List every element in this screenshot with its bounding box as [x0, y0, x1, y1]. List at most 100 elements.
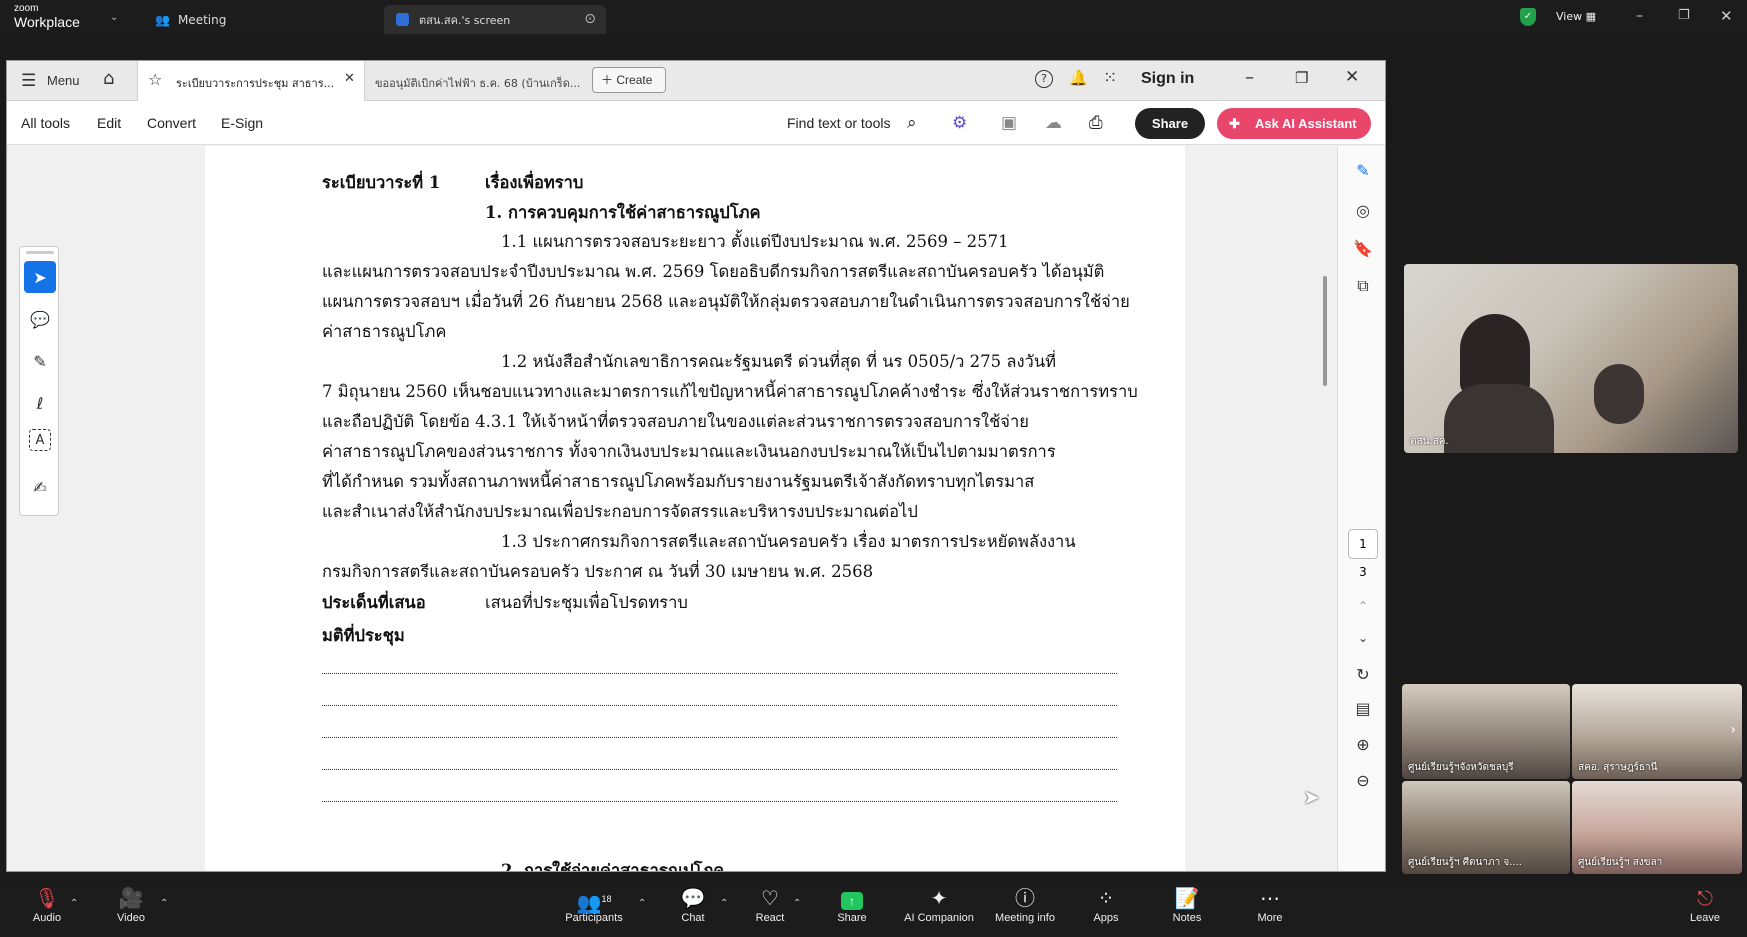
drag-handle[interactable]: [26, 251, 54, 254]
video-camera-icon: 🎥: [118, 888, 144, 910]
select-cursor-icon[interactable]: ➤: [24, 261, 56, 293]
more-button[interactable]: ⋯ More: [1230, 882, 1310, 937]
mouse-cursor-icon: ➤: [1303, 785, 1320, 809]
participant-video-tile[interactable]: สคอ. สุราษฎร์ธานี ›: [1572, 684, 1742, 779]
text-box-icon[interactable]: A: [29, 429, 51, 451]
menu-label[interactable]: Menu: [47, 73, 80, 88]
video-button[interactable]: 🎥 Video: [91, 882, 171, 937]
audio-button[interactable]: 🎙 Audio: [7, 882, 87, 937]
edit-button[interactable]: Edit: [97, 101, 121, 145]
find-tools-label[interactable]: Find text or tools: [787, 101, 891, 145]
sign-icon[interactable]: ✍: [24, 471, 56, 503]
video-label: ตสน.สค.: [1410, 436, 1449, 447]
ai-chat-icon[interactable]: ✎: [1349, 156, 1377, 184]
restore-icon[interactable]: ❐: [1295, 69, 1308, 87]
bookmarks-icon[interactable]: 🔖: [1349, 234, 1377, 262]
sign-in-link[interactable]: Sign in: [1141, 70, 1194, 88]
acrobat-tab-bar: ☰ Menu ⌂ ☆ ระเบียบวาระการประชุม สาธาร...…: [7, 61, 1385, 101]
view-button[interactable]: View ▦: [1556, 10, 1596, 23]
create-button[interactable]: ＋ Create: [592, 67, 666, 93]
document-tab-active[interactable]: ☆ ระเบียบวาระการประชุม สาธาร... ✕: [137, 61, 365, 101]
chevron-down-icon[interactable]: ⌄: [110, 12, 118, 23]
section-title: 1. การควบคุมการใช้ค่าสาธารณูปโภค: [485, 203, 761, 222]
participant-video-tile[interactable]: ศูนย์เรียนรู้ฯจังหวัดชลบุรี: [1402, 684, 1570, 779]
chevron-up-icon[interactable]: ⌃: [1349, 592, 1377, 620]
share-button[interactable]: Share: [1135, 108, 1205, 139]
screen-share-tab[interactable]: ตสน.สค.'s screen ⊙: [384, 5, 606, 34]
security-shield-icon[interactable]: ✓: [1520, 8, 1536, 26]
menu-icon[interactable]: ☰: [21, 71, 36, 91]
chevron-down-icon[interactable]: ⌄: [1349, 624, 1377, 652]
print-icon[interactable]: ⎙: [1089, 101, 1103, 145]
all-tools-button[interactable]: All tools: [21, 101, 70, 145]
meeting-controls-bar: 🎙 Audio ⌃ 🎥 Video ⌃ 👥18 Participants ⌃ 💬 Cha…: [0, 882, 1747, 937]
chat-button[interactable]: 💬 Chat: [653, 882, 733, 937]
react-button[interactable]: ♡ React: [730, 882, 810, 937]
tab1-label: ระเบียบวาระการประชุม สาธาร...: [176, 77, 335, 90]
dotted-line: [322, 705, 1117, 706]
copy-pages-icon[interactable]: ⧉: [1349, 272, 1377, 300]
body-line: และถือปฏิบัติ โดยข้อ 4.3.1 ให้เจ้าหน้าที…: [322, 412, 1029, 431]
meeting-info-button[interactable]: ⓘ Meeting info: [985, 882, 1065, 937]
fit-page-icon[interactable]: ▤: [1349, 694, 1377, 722]
chevron-up-icon[interactable]: ⌃: [793, 898, 801, 909]
participants-button[interactable]: 👥18 Participants: [553, 882, 635, 937]
chevron-up-icon[interactable]: ⌃: [160, 898, 168, 909]
apps-button[interactable]: ⁘ Apps: [1066, 882, 1146, 937]
more-dots-icon: ⋯: [1260, 888, 1280, 910]
ai-tools-icon[interactable]: ⚙: [952, 101, 967, 145]
zoom-logo-bottom: Workplace: [14, 14, 80, 30]
rotate-icon[interactable]: ↻: [1349, 660, 1377, 688]
next-section-title: 2. การใช้จ่ายค่าสาธารณูปโภค: [501, 861, 725, 872]
highlight-pen-icon[interactable]: ✎: [24, 345, 56, 377]
convert-button[interactable]: Convert: [147, 101, 196, 145]
sparkle-icon: ✦: [930, 888, 948, 910]
leave-button[interactable]: ⎋ Leave: [1665, 882, 1745, 937]
close-tab-icon[interactable]: ✕: [344, 71, 355, 86]
page-number-input[interactable]: 1: [1348, 529, 1378, 559]
notes-icon: 📝: [1174, 888, 1200, 910]
home-icon[interactable]: ⌂: [103, 68, 114, 89]
dotted-line: [322, 673, 1117, 674]
save-icon[interactable]: ▣: [1001, 101, 1017, 145]
document-tab-2[interactable]: ขออนุมัติเบิกค่าไฟฟ้า ธ.ค. 68 (บ้านเกร็ด…: [375, 74, 580, 92]
ask-ai-assistant-button[interactable]: ✚ Ask AI Assistant: [1217, 108, 1371, 139]
vertical-scrollbar[interactable]: [1323, 276, 1327, 386]
meeting-tab[interactable]: 👥 Meeting: [155, 5, 226, 34]
star-icon[interactable]: ☆: [148, 70, 162, 89]
zoom-out-icon[interactable]: ⊖: [1349, 766, 1377, 794]
restore-icon[interactable]: ❐: [1678, 8, 1690, 23]
share-screen-button[interactable]: ↑ Share: [812, 882, 892, 937]
notes-button[interactable]: 📝 Notes: [1147, 882, 1227, 937]
ai-companion-button[interactable]: ✦ AI Companion: [899, 882, 979, 937]
minimize-icon[interactable]: –: [1636, 8, 1643, 24]
bell-icon[interactable]: 🔔: [1069, 69, 1088, 87]
close-icon[interactable]: ✕: [1345, 67, 1359, 87]
speaker-video[interactable]: ตสน.สค.: [1404, 264, 1738, 453]
chevron-right-icon[interactable]: ›: [1730, 722, 1736, 738]
search-icon[interactable]: ⌕: [907, 101, 917, 145]
apps-grid-icon[interactable]: ⁙: [1103, 68, 1117, 88]
participant-video-tile[interactable]: ศูนย์เรียนรู้ฯ สงขลา: [1572, 781, 1742, 874]
close-icon[interactable]: ✕: [1720, 7, 1733, 25]
zoom-in-icon[interactable]: ⊕: [1349, 730, 1377, 758]
more-options-icon[interactable]: ⊙: [584, 11, 596, 27]
document-viewport[interactable]: ➤ 💬 ✎ ℓ A ✍ ระเบียบวาระที่ 1 เรื่องเพื่อ…: [7, 146, 1337, 872]
zoom-logo-top: zoom: [14, 3, 39, 14]
chevron-up-icon[interactable]: ⌃: [638, 898, 646, 909]
esign-button[interactable]: E-Sign: [221, 101, 263, 145]
help-icon[interactable]: ?: [1035, 70, 1053, 88]
dotted-line: [322, 737, 1117, 738]
agenda-title: เรื่องเพื่อทราบ: [485, 173, 584, 192]
comment-icon[interactable]: 💬: [24, 303, 56, 335]
ai-assistant-icon: ✚: [1229, 116, 1240, 131]
comments-panel-icon[interactable]: ◎: [1349, 196, 1377, 224]
participant-video-tile[interactable]: ศูนย์เรียนรู้ฯ ศีตนาภา จ....: [1402, 781, 1570, 874]
proposal-label: ประเด็นที่เสนอ: [322, 593, 426, 612]
body-line: แผนการตรวจสอบฯ เมื่อวันที่ 26 กันยายน 25…: [322, 292, 1130, 311]
upload-cloud-icon[interactable]: ☁: [1045, 101, 1062, 145]
draw-freehand-icon[interactable]: ℓ: [24, 387, 56, 419]
minimize-icon[interactable]: –: [1245, 67, 1254, 88]
chevron-up-icon[interactable]: ⌃: [720, 898, 728, 909]
chevron-up-icon[interactable]: ⌃: [70, 898, 78, 909]
